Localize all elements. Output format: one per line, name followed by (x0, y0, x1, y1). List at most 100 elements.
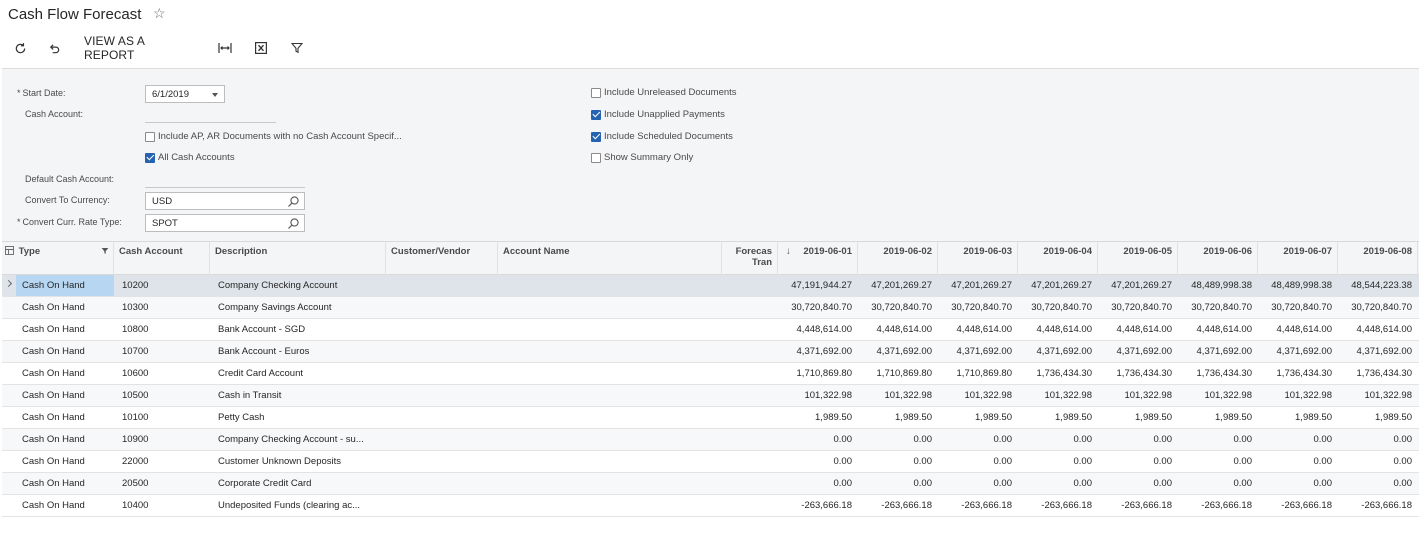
cell-amount[interactable]: 30,720,840.70 (1258, 297, 1338, 318)
cell-type[interactable]: Cash On Hand (16, 319, 114, 340)
cell-amount[interactable]: 0.00 (1178, 429, 1258, 450)
filter-icon[interactable] (101, 247, 109, 255)
column-config-icon[interactable] (5, 246, 14, 255)
filter-button[interactable] (288, 38, 306, 58)
include-scheduled-checkbox[interactable]: Include Scheduled Documents (591, 131, 733, 142)
cell-amount[interactable]: 4,448,614.00 (1178, 319, 1258, 340)
cell-cash-account[interactable]: 10700 (116, 341, 210, 362)
cell-amount[interactable]: 101,322.98 (1098, 385, 1178, 406)
column-header-cash-account[interactable]: Cash Account (114, 242, 210, 275)
cell-amount[interactable]: 4,448,614.00 (938, 319, 1018, 340)
cell-amount[interactable]: 0.00 (938, 473, 1018, 494)
cell-cash-account[interactable]: 10300 (116, 297, 210, 318)
include-ap-ar-checkbox[interactable]: Include AP, AR Documents with no Cash Ac… (145, 131, 402, 142)
cell-amount[interactable]: 0.00 (1098, 429, 1178, 450)
column-header-type[interactable]: Type (2, 242, 114, 275)
cell-amount[interactable]: 47,201,269.27 (938, 275, 1018, 296)
cell-amount[interactable]: 4,448,614.00 (858, 319, 938, 340)
cell-amount[interactable]: 1,989.50 (1258, 407, 1338, 428)
cell-type[interactable]: Cash On Hand (16, 385, 114, 406)
column-header-account-name[interactable]: Account Name (498, 242, 722, 275)
column-header-date[interactable]: 2019-06-03 (938, 242, 1018, 275)
column-header-description[interactable]: Description (210, 242, 386, 275)
cell-amount[interactable]: 1,710,869.80 (858, 363, 938, 384)
table-row[interactable]: Cash On Hand 10800 Bank Account - SGD 4,448… (2, 319, 1419, 341)
column-header-date[interactable]: 2019-06-06 (1178, 242, 1258, 275)
cell-amount[interactable]: 4,448,614.00 (1338, 319, 1418, 340)
column-header-date[interactable]: 2019-06-07 (1258, 242, 1338, 275)
all-cash-accounts-checkbox[interactable]: All Cash Accounts (145, 152, 235, 163)
cell-description[interactable]: Bank Account - SGD (212, 319, 386, 340)
column-header-date[interactable]: 2019-06-02 (858, 242, 938, 275)
cell-cash-account[interactable]: 10500 (116, 385, 210, 406)
cell-cash-account[interactable]: 10600 (116, 363, 210, 384)
cell-amount[interactable]: 1,710,869.80 (778, 363, 858, 384)
cell-amount[interactable]: 101,322.98 (1178, 385, 1258, 406)
cell-amount[interactable]: 0.00 (1018, 429, 1098, 450)
cell-amount[interactable]: 4,371,692.00 (1258, 341, 1338, 362)
cell-amount[interactable]: 30,720,840.70 (858, 297, 938, 318)
cell-amount[interactable]: 4,371,692.00 (858, 341, 938, 362)
cell-amount[interactable]: 4,448,614.00 (1258, 319, 1338, 340)
cell-amount[interactable]: 0.00 (858, 429, 938, 450)
cell-type[interactable]: Cash On Hand (16, 407, 114, 428)
cell-amount[interactable]: 101,322.98 (858, 385, 938, 406)
cell-amount[interactable]: 0.00 (858, 473, 938, 494)
cell-cash-account[interactable]: 20500 (116, 473, 210, 494)
table-row[interactable]: Cash On Hand 10900 Company Checking Accoun… (2, 429, 1419, 451)
convert-currency-input[interactable]: USD (145, 192, 305, 210)
cell-amount[interactable]: 1,736,434.30 (1178, 363, 1258, 384)
cell-type[interactable]: Cash On Hand (16, 341, 114, 362)
cell-amount[interactable]: 4,448,614.00 (1018, 319, 1098, 340)
cell-amount[interactable]: 1,710,869.80 (938, 363, 1018, 384)
cell-amount[interactable]: -263,666.18 (1098, 495, 1178, 516)
column-header-date[interactable]: ↓ 2019-06-01 (778, 242, 858, 275)
star-outline-icon[interactable]: ☆ (153, 5, 166, 22)
cell-amount[interactable]: 0.00 (1338, 473, 1418, 494)
cell-amount[interactable]: 1,736,434.30 (1338, 363, 1418, 384)
cell-amount[interactable]: 4,371,692.00 (1098, 341, 1178, 362)
table-row[interactable]: Cash On Hand 10500 Cash in Transit 101,322.… (2, 385, 1419, 407)
cell-amount[interactable]: 30,720,840.70 (1098, 297, 1178, 318)
cell-description[interactable]: Corporate Credit Card (212, 473, 386, 494)
show-summary-checkbox[interactable]: Show Summary Only (591, 152, 693, 163)
cell-amount[interactable]: 1,736,434.30 (1258, 363, 1338, 384)
cell-amount[interactable]: -263,666.18 (938, 495, 1018, 516)
cell-description[interactable]: Credit Card Account (212, 363, 386, 384)
cell-amount[interactable]: 0.00 (858, 451, 938, 472)
cell-amount[interactable]: 48,489,998.38 (1258, 275, 1338, 296)
cell-type[interactable]: Cash On Hand (16, 363, 114, 384)
cell-amount[interactable]: 1,989.50 (1338, 407, 1418, 428)
cell-amount[interactable]: 4,448,614.00 (1098, 319, 1178, 340)
undo-button[interactable] (45, 38, 63, 58)
cell-amount[interactable]: 1,736,434.30 (1018, 363, 1098, 384)
cell-amount[interactable]: 30,720,840.70 (1018, 297, 1098, 318)
cell-amount[interactable]: 0.00 (1098, 473, 1178, 494)
cell-amount[interactable]: 47,201,269.27 (1018, 275, 1098, 296)
cell-amount[interactable]: 0.00 (1018, 451, 1098, 472)
include-unapplied-checkbox[interactable]: Include Unapplied Payments (591, 109, 725, 120)
cell-amount[interactable]: 4,371,692.00 (1338, 341, 1418, 362)
cell-amount[interactable]: 0.00 (1018, 473, 1098, 494)
table-row[interactable]: Cash On Hand 10100 Petty Cash 1,989.50 1,989… (2, 407, 1419, 429)
cell-description[interactable]: Petty Cash (212, 407, 386, 428)
cell-amount[interactable]: 101,322.98 (1338, 385, 1418, 406)
search-icon[interactable] (287, 217, 300, 230)
cell-amount[interactable]: 30,720,840.70 (1338, 297, 1418, 318)
cell-amount[interactable]: 4,371,692.00 (778, 341, 858, 362)
cell-amount[interactable]: 1,989.50 (1098, 407, 1178, 428)
table-row[interactable]: Cash On Hand 10300 Company Savings Account… (2, 297, 1419, 319)
cell-amount[interactable]: 101,322.98 (938, 385, 1018, 406)
cell-amount[interactable]: 4,371,692.00 (1018, 341, 1098, 362)
column-header-date[interactable]: 2019-06-04 (1018, 242, 1098, 275)
cell-amount[interactable]: 0.00 (778, 429, 858, 450)
cell-amount[interactable]: 4,448,614.00 (778, 319, 858, 340)
cell-amount[interactable]: 0.00 (1258, 429, 1338, 450)
cell-amount[interactable]: 101,322.98 (1018, 385, 1098, 406)
cell-amount[interactable]: 47,201,269.27 (1098, 275, 1178, 296)
chevron-down-icon[interactable] (212, 93, 218, 97)
cell-cash-account[interactable]: 10100 (116, 407, 210, 428)
cash-account-input[interactable] (145, 122, 276, 123)
cell-amount[interactable]: 30,720,840.70 (778, 297, 858, 318)
cell-amount[interactable]: 1,989.50 (778, 407, 858, 428)
